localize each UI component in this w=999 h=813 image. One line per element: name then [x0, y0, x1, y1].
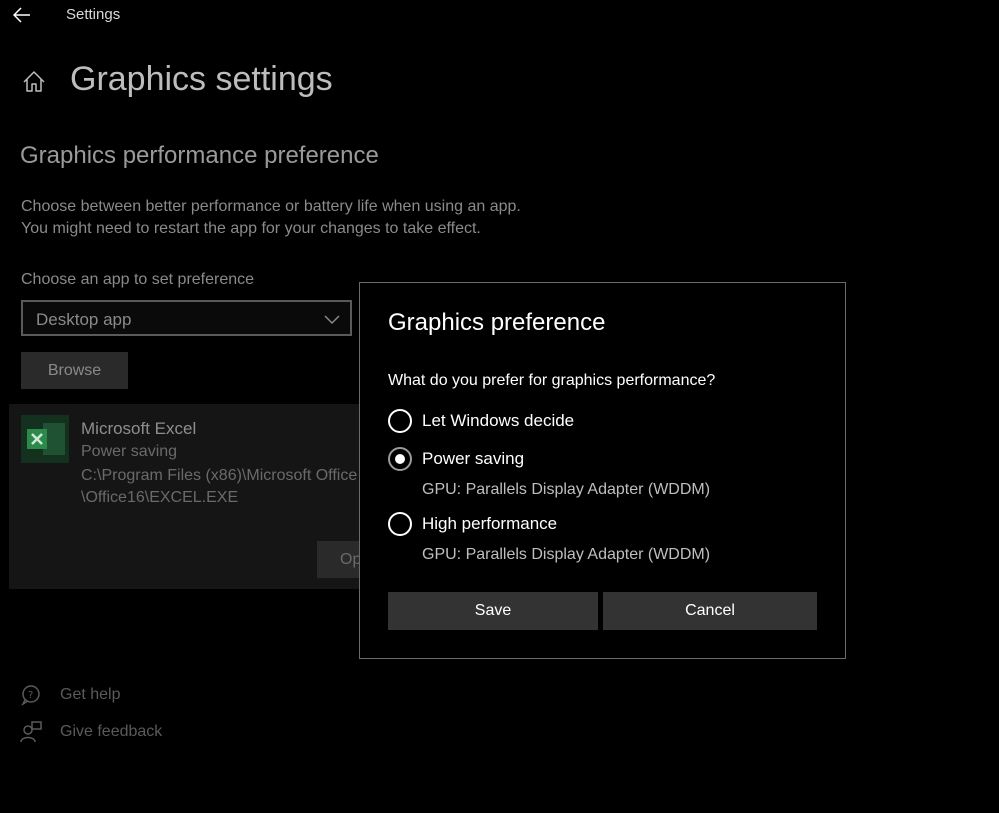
description-line-2: You might need to restart the app for yo… — [21, 220, 481, 237]
get-help-label: Get help — [60, 686, 121, 703]
help-chat-icon: ? — [21, 685, 40, 706]
radio-button-selected[interactable] — [388, 447, 412, 471]
feedback-icon — [20, 721, 42, 743]
save-button[interactable]: Save — [388, 592, 598, 630]
give-feedback-label: Give feedback — [60, 723, 163, 740]
back-button[interactable] — [10, 3, 34, 27]
svg-text:?: ? — [28, 690, 33, 701]
get-help-link[interactable]: ? Get help — [20, 684, 120, 706]
browse-button[interactable]: Browse — [21, 352, 128, 389]
power-saving-gpu: GPU: Parallels Display Adapter (WDDM) — [422, 481, 711, 498]
section-title: Graphics performance preference — [20, 142, 379, 169]
radio-label: Power saving — [422, 449, 525, 468]
app-type-dropdown[interactable]: Desktop app — [21, 300, 352, 336]
app-path-line-2: \Office16\EXCEL.EXE — [81, 489, 239, 506]
app-path-line-1: C:\Program Files (x86)\Microsoft Office — [81, 467, 358, 484]
choose-app-label: Choose an app to set preference — [21, 271, 255, 288]
give-feedback-link[interactable]: Give feedback — [20, 721, 162, 743]
radio-label: High performance — [422, 514, 558, 533]
dialog-title: Graphics preference — [388, 309, 606, 336]
window-title: Settings — [66, 6, 121, 23]
app-preference: Power saving — [81, 443, 178, 460]
app-name: Microsoft Excel — [81, 419, 197, 438]
radio-high-performance[interactable]: High performance — [388, 512, 557, 536]
radio-let-windows-decide[interactable]: Let Windows decide — [388, 409, 574, 433]
description-line-1: Choose between better performance or bat… — [21, 198, 521, 215]
back-arrow-icon — [13, 7, 30, 23]
radio-button[interactable] — [388, 409, 412, 433]
radio-label: Let Windows decide — [422, 411, 575, 430]
radio-button[interactable] — [388, 512, 412, 536]
page-title: Graphics settings — [70, 60, 333, 98]
graphics-preference-dialog: Graphics preference What do you prefer f… — [359, 282, 846, 659]
excel-icon — [21, 415, 69, 463]
home-icon[interactable] — [22, 70, 46, 94]
chevron-down-icon — [324, 315, 340, 325]
options-button[interactable]: Op — [317, 541, 361, 578]
app-list-item[interactable]: Microsoft Excel Power saving C:\Program … — [9, 404, 361, 589]
radio-power-saving[interactable]: Power saving — [388, 447, 524, 471]
dropdown-value: Desktop app — [36, 310, 132, 329]
high-performance-gpu: GPU: Parallels Display Adapter (WDDM) — [422, 546, 711, 563]
cancel-button[interactable]: Cancel — [603, 592, 817, 630]
dialog-question: What do you prefer for graphics performa… — [388, 372, 716, 389]
